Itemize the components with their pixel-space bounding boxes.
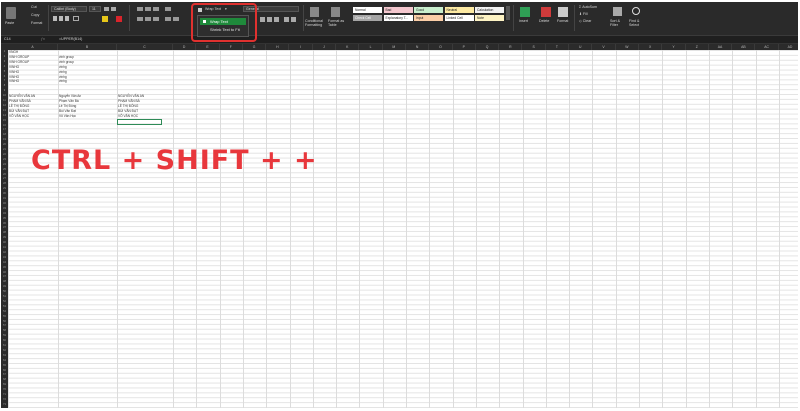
ribbon: Paste Cut Copy Format Calibri (Body) 11 … xyxy=(1,2,798,36)
row-header[interactable]: 73 xyxy=(1,403,8,408)
format-cells-button[interactable]: Format xyxy=(557,19,568,24)
column-gridline xyxy=(639,50,640,408)
cell-A7[interactable]: VINHG xyxy=(9,79,19,84)
borders-icon[interactable] xyxy=(73,16,79,21)
column-gridline xyxy=(173,50,174,408)
delete-button[interactable]: Delete xyxy=(539,19,549,24)
align-top-icon[interactable] xyxy=(137,7,143,11)
delete-icon[interactable] xyxy=(541,7,551,17)
cell-style-option[interactable]: Check Cell xyxy=(353,15,382,21)
column-gridline xyxy=(615,50,617,408)
cell-style-option[interactable]: Note xyxy=(475,15,504,21)
clear-button[interactable]: ◇ Clear xyxy=(579,19,591,24)
cell-style-option[interactable]: Linked Cell xyxy=(444,15,474,21)
outdent-icon[interactable] xyxy=(173,17,179,21)
styles-more-icon[interactable] xyxy=(506,6,510,20)
cell-A14[interactable]: VÕ VĂN HỌC xyxy=(9,114,29,119)
conditional-formatting-icon[interactable] xyxy=(310,7,319,17)
grow-font-icon[interactable] xyxy=(104,7,109,11)
align-bottom-icon[interactable] xyxy=(153,7,159,11)
align-left-icon[interactable] xyxy=(137,17,143,21)
paste-icon[interactable] xyxy=(6,7,16,19)
column-gridline xyxy=(196,50,198,408)
format-as-table-button[interactable]: Format as Table xyxy=(328,19,346,27)
column-gridline xyxy=(732,50,734,408)
cell-style-option[interactable]: Neutral xyxy=(444,7,474,13)
column-gridline xyxy=(429,50,431,408)
column-gridline xyxy=(382,50,384,408)
column-gridline xyxy=(266,50,268,408)
italic-icon[interactable] xyxy=(59,16,63,21)
cell-C14[interactable]: VÕ VĂN HỌC xyxy=(118,114,138,119)
column-gridline xyxy=(336,50,338,408)
insert-icon[interactable] xyxy=(520,7,530,17)
orientation-icon[interactable] xyxy=(165,7,171,11)
font-size-dropdown[interactable]: 11 xyxy=(89,6,101,12)
font-color-icon[interactable] xyxy=(116,16,122,22)
cell-style-option[interactable]: Calculation xyxy=(475,7,504,13)
formula-input[interactable]: =UPPER(B14) xyxy=(59,37,82,42)
cell-style-option[interactable]: Explanatory T... xyxy=(383,15,413,21)
column-gridline xyxy=(452,50,454,408)
percent-icon[interactable] xyxy=(267,17,272,22)
conditional-formatting-button[interactable]: Conditional Formatting xyxy=(305,19,325,27)
font-name-dropdown[interactable]: Calibri (Body) xyxy=(51,6,87,12)
column-gridline xyxy=(242,50,244,408)
column-gridline xyxy=(312,50,314,408)
column-gridline xyxy=(778,50,780,408)
column-gridline xyxy=(569,50,571,408)
cell-B7[interactable]: vinhg xyxy=(59,79,67,84)
insert-button[interactable]: Insert xyxy=(519,19,528,24)
shortcut-overlay-text: CTRL + SHIFT + + xyxy=(31,145,318,176)
shrink-font-icon[interactable] xyxy=(111,7,116,11)
column-gridline xyxy=(499,50,501,408)
column-gridline xyxy=(592,50,594,408)
cell-B14[interactable]: Võ Văn Học xyxy=(59,114,76,119)
column-gridline xyxy=(475,50,477,408)
excel-window: Paste Cut Copy Format Calibri (Body) 11 … xyxy=(1,2,798,408)
formula-bar: C14 ƒx =UPPER(B14) xyxy=(1,36,798,44)
paste-button[interactable]: Paste xyxy=(5,21,14,26)
format-cells-icon[interactable] xyxy=(558,7,568,17)
align-right-icon[interactable] xyxy=(153,17,159,21)
column-gridline xyxy=(289,50,291,408)
cell-style-option[interactable]: Normal xyxy=(353,7,382,13)
autosum-button[interactable]: Σ AutoSum xyxy=(579,5,597,10)
column-gridline xyxy=(406,50,407,408)
fill-color-icon[interactable] xyxy=(102,16,108,22)
cell-style-option[interactable]: Bad xyxy=(383,7,413,13)
column-gridline xyxy=(219,50,221,408)
column-gridline xyxy=(545,50,547,408)
sort-filter-button[interactable]: Sort & Filter xyxy=(610,19,626,27)
column-gridline xyxy=(359,50,361,408)
decrease-decimal-icon[interactable] xyxy=(291,17,296,22)
column-gridline xyxy=(685,50,687,408)
bold-icon[interactable] xyxy=(53,16,57,21)
format-as-table-icon[interactable] xyxy=(331,7,340,17)
indent-icon[interactable] xyxy=(165,17,171,21)
fx-icon[interactable]: ƒx xyxy=(41,37,45,42)
column-gridline xyxy=(662,50,664,408)
format-painter-button[interactable]: Format xyxy=(31,21,42,26)
copy-button[interactable]: Copy xyxy=(31,13,39,18)
underline-icon[interactable] xyxy=(65,16,69,21)
currency-icon[interactable] xyxy=(260,17,265,22)
name-box[interactable]: C14 xyxy=(4,37,11,42)
column-gridline xyxy=(522,50,524,408)
cut-button[interactable]: Cut xyxy=(31,5,37,10)
cell-style-option[interactable]: Input xyxy=(414,15,443,21)
fill-button[interactable]: ⬇ Fill xyxy=(579,12,588,17)
align-center-icon[interactable] xyxy=(145,17,151,21)
active-cell-selection[interactable] xyxy=(117,119,162,125)
highlight-box xyxy=(191,3,257,42)
sort-filter-icon[interactable] xyxy=(613,7,622,16)
cell-style-option[interactable]: Good xyxy=(414,7,443,13)
find-select-icon[interactable] xyxy=(632,7,640,15)
column-gridline xyxy=(755,50,757,408)
align-middle-icon[interactable] xyxy=(145,7,151,11)
increase-decimal-icon[interactable] xyxy=(284,17,289,22)
column-gridline xyxy=(708,50,710,408)
comma-icon[interactable] xyxy=(274,17,279,22)
find-select-button[interactable]: Find & Select xyxy=(629,19,645,27)
